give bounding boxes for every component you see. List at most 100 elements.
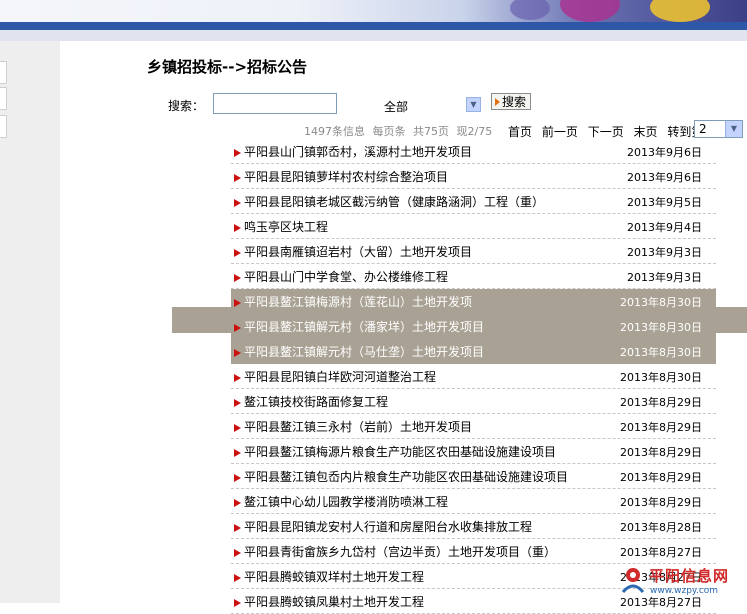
current-page: 现2/75 — [456, 125, 493, 138]
announcement-title[interactable]: 平阳县腾蛟镇双垟村土地开发工程 — [244, 568, 424, 585]
announcement-title[interactable]: 平阳县鳌江镇梅源片粮食生产功能区农田基础设施建设项目 — [244, 443, 556, 460]
bullet-icon — [234, 574, 241, 582]
announcement-title[interactable]: 平阳县南雁镇迢岩村（大留）土地开发项目 — [244, 243, 472, 260]
list-item[interactable]: 平阳县昆阳镇龙安村人行道和房屋阳台水收集排放工程 2013年8月28日 — [231, 514, 716, 539]
total-pages: 共75页 — [413, 125, 449, 138]
search-button-label: 搜索 — [502, 94, 527, 109]
prev-page-link[interactable]: 前一页 — [542, 125, 578, 139]
announcement-title[interactable]: 平阳县昆阳镇白垟欧河河道整治工程 — [244, 368, 436, 385]
bullet-icon — [234, 499, 241, 507]
announcement-date: 2013年8月29日 — [620, 496, 702, 509]
announcement-list: 平阳县山门镇郭岙村，溪源村土地开发项目 2013年9月6日 平阳县昆阳镇萝垟村农村综… — [231, 139, 716, 614]
chevron-down-icon[interactable]: ▼ — [725, 121, 742, 137]
announcement-title[interactable]: 平阳县腾蛟镇凤巢村土地开发工程 — [244, 593, 424, 610]
announcement-title[interactable]: 平阳县山门镇郭岙村，溪源村土地开发项目 — [244, 143, 472, 160]
bullet-icon — [234, 449, 241, 457]
bullet-icon — [234, 274, 241, 282]
search-input[interactable] — [213, 93, 337, 114]
bullet-icon — [234, 474, 241, 482]
page-select-value: 2 — [699, 122, 707, 136]
bullet-icon — [234, 349, 241, 357]
list-item[interactable]: 鳌江镇中心幼儿园教学楼消防喷淋工程 2013年8月29日 — [231, 489, 716, 514]
site-logo: 平阳信息网 www.wzpy.com — [619, 562, 747, 603]
bullet-icon — [234, 174, 241, 182]
announcement-title[interactable]: 鸣玉亭区块工程 — [244, 218, 328, 235]
announcement-title[interactable]: 平阳县鳌江镇包岙内片粮食生产功能区农田基础设施建设项目 — [244, 468, 568, 485]
bullet-icon — [234, 249, 241, 257]
bullet-icon — [234, 299, 241, 307]
list-item[interactable]: 平阳县昆阳镇老城区截污纳管（健康路涵洞）工程（重） 2013年9月5日 — [231, 189, 716, 214]
list-item[interactable]: 平阳县鳌江镇梅源村（莲花山）土地开发项 2013年8月30日 — [231, 289, 716, 314]
list-item[interactable]: 平阳县鳌江镇三永村（岩前）土地开发项目 2013年8月29日 — [231, 414, 716, 439]
pager-info: 1497条信息 每页条 共75页 现2/75 — [304, 123, 496, 139]
bullet-icon — [234, 374, 241, 382]
header-sub-stripe — [0, 30, 747, 41]
sidebar-tab[interactable] — [0, 87, 7, 110]
bullet-icon — [234, 399, 241, 407]
logo-name: 平阳信息网 — [649, 567, 730, 585]
list-item[interactable]: 平阳县鳌江镇解元村（马仕垄）土地开发项目 2013年8月30日 — [231, 339, 716, 364]
last-page-link[interactable]: 末页 — [634, 125, 658, 139]
announcement-date: 2013年9月3日 — [627, 246, 702, 259]
list-item[interactable]: 平阳县昆阳镇萝垟村农村综合整治项目 2013年9月6日 — [231, 164, 716, 189]
list-item[interactable]: 平阳县鳌江镇包岙内片粮食生产功能区农田基础设施建设项目 2013年8月29日 — [231, 464, 716, 489]
bullet-icon — [234, 324, 241, 332]
header-stripe — [0, 22, 747, 30]
announcement-date: 2013年8月30日 — [620, 346, 702, 359]
announcement-date: 2013年9月5日 — [627, 196, 702, 209]
announcement-title[interactable]: 平阳县青街畲族乡九岱村（宫边半贡）土地开发项目（重） — [244, 543, 556, 560]
announcement-date: 2013年9月3日 — [627, 271, 702, 284]
bullet-icon — [234, 524, 241, 532]
announcement-date: 2013年9月4日 — [627, 221, 702, 234]
logo-url: www.wzpy.com — [650, 586, 719, 596]
search-button[interactable]: 搜索 — [491, 93, 532, 110]
chevron-down-icon[interactable]: ▼ — [466, 97, 481, 112]
total-count: 1497条信息 — [304, 125, 365, 138]
list-item[interactable]: 平阳县昆阳镇白垟欧河河道整治工程 2013年8月30日 — [231, 364, 716, 389]
announcement-title[interactable]: 平阳县昆阳镇萝垟村农村综合整治项目 — [244, 168, 448, 185]
pager-nav: 首页 前一页 下一页 末页 转到第 — [508, 123, 709, 140]
bullet-icon — [234, 599, 241, 607]
list-item[interactable]: 平阳县南雁镇迢岩村（大留）土地开发项目 2013年9月3日 — [231, 239, 716, 264]
announcement-title[interactable]: 鳌江镇技校街路面修复工程 — [244, 393, 388, 410]
header-banner — [0, 0, 747, 22]
bullet-icon — [234, 424, 241, 432]
announcement-title[interactable]: 平阳县鳌江镇三永村（岩前）土地开发项目 — [244, 418, 472, 435]
announcement-title[interactable]: 鳌江镇中心幼儿园教学楼消防喷淋工程 — [244, 493, 448, 510]
search-label: 搜索： — [168, 99, 205, 113]
announcement-title[interactable]: 平阳县昆阳镇老城区截污纳管（健康路涵洞）工程（重） — [244, 193, 544, 210]
category-select[interactable]: 全部 — [384, 98, 408, 115]
page-select[interactable]: 2 ▼ — [694, 120, 743, 138]
list-item[interactable]: 平阳县青街畲族乡九岱村（宫边半贡）土地开发项目（重） 2013年8月27日 — [231, 539, 716, 564]
list-item[interactable]: 平阳县山门中学食堂、办公楼维修工程 2013年9月3日 — [231, 264, 716, 289]
list-item[interactable]: 鳌江镇技校街路面修复工程 2013年8月29日 — [231, 389, 716, 414]
next-page-link[interactable]: 下一页 — [588, 125, 624, 139]
sidebar-tab[interactable] — [0, 61, 7, 84]
announcement-title[interactable]: 平阳县鳌江镇解元村（马仕垄）土地开发项目 — [244, 343, 484, 360]
announcement-date: 2013年9月6日 — [627, 171, 702, 184]
announcement-title[interactable]: 平阳县昆阳镇龙安村人行道和房屋阳台水收集排放工程 — [244, 518, 532, 535]
announcement-date: 2013年9月6日 — [627, 146, 702, 159]
announcement-title[interactable]: 平阳县山门中学食堂、办公楼维修工程 — [244, 268, 448, 285]
bullet-icon — [234, 149, 241, 157]
announcement-date: 2013年8月27日 — [620, 546, 702, 559]
banner-decoration — [650, 0, 710, 22]
left-sidebar — [0, 41, 60, 603]
announcement-date: 2013年8月29日 — [620, 421, 702, 434]
page-title: 乡镇招投标-->招标公告 — [147, 58, 308, 76]
announcement-date: 2013年8月30日 — [620, 371, 702, 384]
per-page: 每页条 — [372, 125, 406, 138]
announcement-date: 2013年8月29日 — [620, 471, 702, 484]
list-item[interactable]: 鸣玉亭区块工程 2013年9月4日 — [231, 214, 716, 239]
list-item[interactable]: 平阳县鳌江镇梅源片粮食生产功能区农田基础设施建设项目 2013年8月29日 — [231, 439, 716, 464]
announcement-date: 2013年8月29日 — [620, 446, 702, 459]
sidebar-tab[interactable] — [0, 115, 7, 138]
first-page-link[interactable]: 首页 — [508, 125, 532, 139]
list-item[interactable]: 平阳县鳌江镇解元村（潘家垟）土地开发项目 2013年8月30日 — [231, 314, 716, 339]
announcement-title[interactable]: 平阳县鳌江镇梅源村（莲花山）土地开发项 — [244, 293, 472, 310]
announcement-date: 2013年8月30日 — [620, 321, 702, 334]
announcement-date: 2013年8月29日 — [620, 396, 702, 409]
announcement-title[interactable]: 平阳县鳌江镇解元村（潘家垟）土地开发项目 — [244, 318, 484, 335]
list-item[interactable]: 平阳县山门镇郭岙村，溪源村土地开发项目 2013年9月6日 — [231, 139, 716, 164]
banner-decoration — [560, 0, 620, 22]
